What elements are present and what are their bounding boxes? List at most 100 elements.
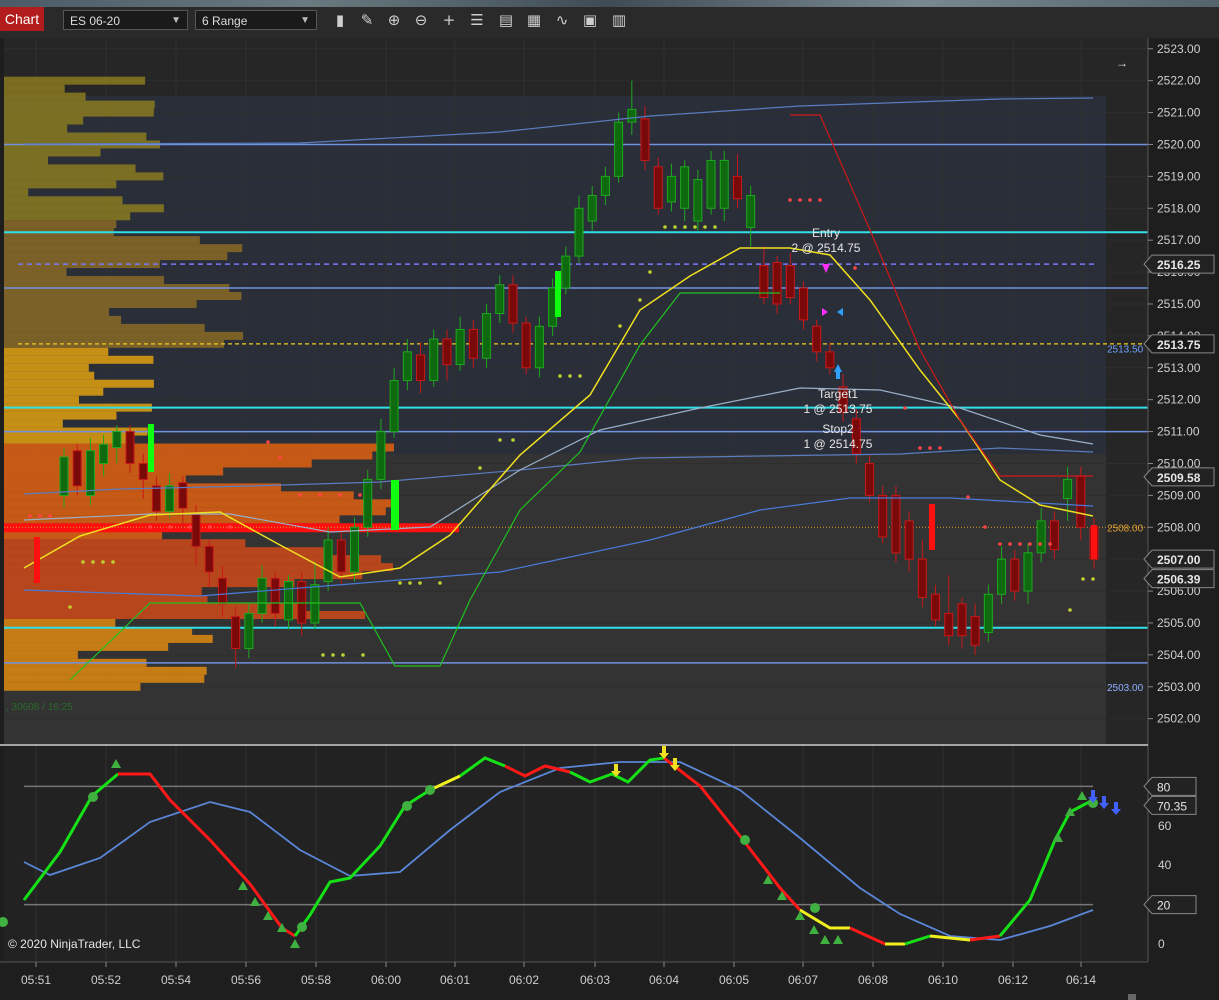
signal-dot (298, 493, 302, 497)
signal-dot (663, 225, 667, 229)
volume-profile-bar (4, 634, 213, 643)
signal-dot (38, 514, 42, 518)
price-tick-label: 2511.00 (1157, 425, 1200, 439)
volume-profile-bar (4, 379, 154, 388)
profile-note: , 30608 / 16:25 (6, 702, 73, 713)
candle-body (825, 351, 835, 369)
signal-dot (81, 560, 85, 564)
price-marker-label: 2507.00 (1157, 553, 1201, 567)
volume-profile-bar (4, 204, 164, 213)
volume-profile-bar (4, 291, 242, 300)
candle-body (997, 558, 1007, 595)
signal-dot (478, 466, 482, 470)
volume-profile-bar (4, 443, 394, 452)
signal-dot (266, 440, 270, 444)
candle-body (983, 593, 993, 634)
price-tick-label: 2515.00 (1157, 297, 1201, 311)
candle-body (125, 431, 135, 464)
price-tick-label: 2504.00 (1157, 648, 1201, 662)
signal-dot (983, 525, 987, 529)
osc-tick-label: 40 (1158, 858, 1172, 872)
volume-profile-bar (4, 355, 154, 364)
price-marker-label: 2509.58 (1157, 471, 1201, 485)
candle-body (429, 338, 439, 382)
copyright-label: © 2020 NinjaTrader, LLC (8, 937, 141, 951)
candle-body (666, 175, 676, 203)
volume-profile-bar (4, 563, 393, 572)
price-tick-label: 2521.00 (1157, 106, 1201, 120)
horizontal-scroll-thumb (1128, 994, 1136, 1000)
signal-dot (341, 653, 345, 657)
time-tick-label: 05:56 (231, 973, 261, 987)
price-tick-label: 2505.00 (1157, 616, 1201, 630)
signal-dot (928, 446, 932, 450)
order-target-title: Target1 (818, 387, 858, 401)
candle-body (244, 612, 254, 649)
price-tick-label: 2518.00 (1157, 201, 1201, 215)
candle-body (1023, 552, 1033, 592)
price-tick-label: 2509.00 (1157, 488, 1201, 502)
volume-profile-bar (4, 307, 110, 316)
candle-body (521, 322, 531, 369)
volume-profile-bar (4, 236, 200, 245)
candle-body (442, 338, 452, 366)
price-tick-label: 2523.00 (1157, 42, 1201, 56)
time-tick-label: 06:02 (509, 973, 539, 987)
signal-dot (1028, 542, 1032, 546)
candle-body (151, 485, 161, 512)
price-tick-label: 2517.00 (1157, 233, 1201, 247)
volume-profile-bar (4, 188, 29, 197)
volume-profile-bar (4, 387, 104, 396)
signal-dot (918, 446, 922, 450)
osc-tick-label: 0 (1158, 937, 1165, 951)
price-marker-label: 2506.39 (1157, 573, 1201, 587)
volume-profile-bar (4, 276, 164, 285)
order-stop-detail: 1 @ 2514.75 (804, 437, 873, 451)
candle-body (534, 325, 544, 369)
volume-profile-bar (4, 244, 243, 253)
signal-dot (648, 270, 652, 274)
candle-body (204, 545, 214, 573)
signal-dot (1048, 542, 1052, 546)
volume-profile-bar (4, 299, 197, 308)
volume-profile-bar (4, 268, 67, 277)
candle-body (376, 431, 386, 480)
candle-body (165, 485, 175, 512)
signal-dot (228, 525, 232, 529)
volume-profile-bar (4, 331, 244, 340)
volume-profile-bar (4, 347, 109, 356)
signal-bar-down (929, 504, 935, 550)
signal-dot (358, 493, 362, 497)
volume-profile-bar (4, 108, 154, 117)
volume-profile-bar (4, 315, 121, 324)
time-tick-label: 06:12 (998, 973, 1028, 987)
signal-dot (713, 225, 717, 229)
candle-body (178, 482, 188, 509)
signal-dot (1018, 542, 1022, 546)
scroll-right-icon[interactable]: → (1116, 56, 1128, 70)
signal-dot (438, 581, 442, 585)
volume-profile-bar (4, 252, 228, 261)
candle-body (957, 603, 967, 637)
signal-dot (578, 374, 582, 378)
candle-body (231, 616, 241, 649)
time-tick-label: 06:00 (371, 973, 401, 987)
signal-bar-down (1091, 525, 1097, 559)
signal-dot (818, 198, 822, 202)
signal-dot (1068, 608, 1072, 612)
volume-profile-bar (4, 172, 164, 181)
candle-body (350, 526, 360, 573)
volume-profile-bar (4, 196, 123, 205)
osc-marker-label: 80 (1157, 780, 1171, 794)
price-tick-label: 2522.00 (1157, 74, 1201, 88)
price-tick-label: 2512.00 (1157, 393, 1201, 407)
candle-body (1076, 475, 1086, 528)
chart-canvas[interactable]: Entry2 @ 2514.75 Target11 @ 2513.75 Stop21… (0, 0, 1219, 1000)
volume-profile-bar (4, 579, 295, 588)
candle-body (402, 351, 412, 382)
signal-dot (1081, 577, 1085, 581)
volume-profile-bar (4, 419, 63, 428)
candle-body (257, 577, 267, 614)
signal-dot (498, 438, 502, 442)
volume-profile-bar (4, 148, 101, 157)
